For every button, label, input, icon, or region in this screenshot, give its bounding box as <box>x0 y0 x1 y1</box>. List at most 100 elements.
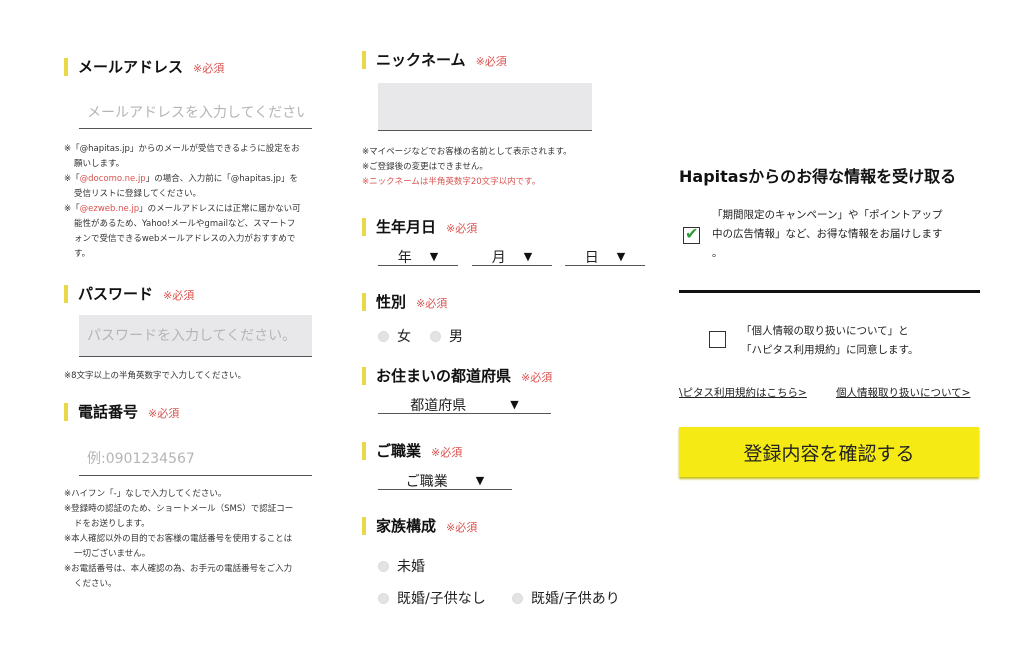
phone-field-label-wrap: 電話番号 ※必須 <box>64 403 179 421</box>
gender-field-label-wrap: 性別 ※必須 <box>362 293 447 311</box>
phone-note-line: 一切ございません。 <box>74 549 151 559</box>
nickname-input[interactable] <box>378 83 592 131</box>
family-single-radio[interactable]: 未婚 <box>378 556 425 576</box>
required-mark: ※必須 <box>163 289 195 302</box>
phone-note-line: ドをお送りします。 <box>74 519 150 529</box>
required-mark: ※必須 <box>431 446 463 459</box>
agreement-text: 「個人情報の取り扱いについて」と 「ハピタス利用規約」に同意します。 <box>741 322 918 360</box>
email-note-line: す。 <box>74 249 91 259</box>
phone-input[interactable] <box>79 442 312 476</box>
agreement-text-line: 「ハピタス利用規約」に同意します。 <box>741 344 919 356</box>
nickname-label: ニックネーム <box>376 51 466 69</box>
occupation-label: ご職業 <box>376 442 422 460</box>
nickname-field-label-wrap: ニックネーム ※必須 <box>362 51 507 69</box>
gender-male-radio[interactable]: 男 <box>430 326 463 346</box>
email-note-line: ※「@ezweb.ne.jp」のメールアドレスには正常に届かない可 <box>64 204 301 214</box>
occupation-select[interactable]: ご職業 ▼ <box>378 472 512 490</box>
birth-month-value: 月 <box>491 249 506 266</box>
gender-male-label: 男 <box>449 329 463 345</box>
family-married-child-radio[interactable]: 既婚/子供あり <box>512 588 620 608</box>
newsletter-text-line: 。 <box>712 247 723 259</box>
radio-dot-icon <box>430 330 441 342</box>
accent-bar <box>362 517 366 535</box>
phone-note-line: ※ハイフン「-」なしで入力してください。 <box>64 489 227 499</box>
phone-notes: ※ハイフン「-」なしで入力してください。 ※登録時の認証のため、ショートメール（… <box>64 487 334 592</box>
occupation-field-label-wrap: ご職業 ※必須 <box>362 442 462 460</box>
nickname-note-warning: ※ニックネームは半角英数字20文字以内です。 <box>362 177 541 187</box>
required-mark: ※必須 <box>416 297 448 310</box>
phone-note-line: ※本人確認以外の目的でお客様の電話番号を使用することは <box>64 534 293 544</box>
family-field-label-wrap: 家族構成 ※必須 <box>362 517 477 535</box>
email-field-label-wrap: メールアドレス ※必須 <box>64 58 224 76</box>
birthday-label: 生年月日 <box>376 218 437 236</box>
agreement-text-line: 「個人情報の取り扱いについて」と <box>741 325 909 337</box>
email-note-line: 願いします。 <box>74 159 125 169</box>
birth-day-value: 日 <box>584 249 599 266</box>
newsletter-text-line: 「期間限定のキャンペーン」や「ポイントアップ <box>712 209 943 221</box>
phone-note-line: ください。 <box>74 579 117 589</box>
nickname-note-line: ※ご登録後の変更はできません。 <box>362 162 488 172</box>
prefecture-select[interactable]: 都道府県 ▼ <box>378 396 551 414</box>
confirm-registration-button[interactable]: 登録内容を確認する <box>679 427 979 477</box>
birth-year-value: 年 <box>397 249 412 266</box>
radio-dot-icon <box>378 592 389 604</box>
birthday-field-label-wrap: 生年月日 ※必須 <box>362 218 477 236</box>
password-note: ※8文字以上の半角英数字で入力してください。 <box>64 371 247 381</box>
accent-bar <box>64 285 68 303</box>
email-note-line: 能性があるため、Yahoo!メールやgmailなど、スマートフ <box>74 219 296 229</box>
required-mark: ※必須 <box>446 222 478 235</box>
family-married-nochild-radio[interactable]: 既婚/子供なし <box>378 588 486 608</box>
phone-note-line: ※お電話番号は、本人確認の為、お手元の電話番号をご入力 <box>64 564 293 574</box>
required-mark: ※必須 <box>475 55 507 68</box>
birth-day-select[interactable]: 日 ▼ <box>565 248 645 266</box>
accent-bar <box>64 58 68 76</box>
terms-link[interactable]: \ピタス利用規約はこちら> <box>679 385 807 400</box>
info-heading: Hapitasからのお得な情報を受け取る <box>679 167 957 186</box>
accent-bar <box>362 218 366 236</box>
chevron-down-icon: ▼ <box>475 474 485 487</box>
family-single-label: 未婚 <box>397 559 425 575</box>
accent-bar <box>362 293 366 311</box>
checkmark-icon: ✔ <box>685 224 699 243</box>
phone-note-line: ※登録時の認証のため、ショートメール（SMS）で認証コー <box>64 504 294 514</box>
password-label: パスワード <box>78 285 154 303</box>
email-note-line: ※「@hapitas.jp」からのメールが受信できるように設定をお <box>64 144 300 154</box>
email-note-line: ※「@docomo.ne.jp」の場合、入力前に「@hapitas.jp」を <box>64 174 299 184</box>
privacy-link[interactable]: 個人情報取り扱いについて> <box>836 385 970 400</box>
required-mark: ※必須 <box>446 521 478 534</box>
email-note-line: 受信リストに登録してください。 <box>74 189 201 199</box>
password-field-label-wrap: パスワード ※必須 <box>64 285 194 303</box>
family-label: 家族構成 <box>376 517 437 535</box>
radio-dot-icon <box>378 330 389 342</box>
password-input[interactable] <box>79 315 312 357</box>
radio-dot-icon <box>378 560 389 572</box>
required-mark: ※必須 <box>521 371 553 384</box>
chevron-down-icon: ▼ <box>523 250 533 263</box>
gender-label: 性別 <box>376 293 407 311</box>
phone-label: 電話番号 <box>78 403 139 421</box>
email-input[interactable] <box>79 97 312 129</box>
required-mark: ※必須 <box>193 62 225 75</box>
birth-year-select[interactable]: 年 ▼ <box>378 248 458 266</box>
family-married-child-label: 既婚/子供あり <box>531 591 620 607</box>
birth-month-select[interactable]: 月 ▼ <box>472 248 552 266</box>
prefecture-label: お住まいの都道府県 <box>376 367 512 385</box>
chevron-down-icon: ▼ <box>616 250 626 263</box>
newsletter-text-line: 中の広告情報」など、お得な情報をお届けします <box>712 228 943 240</box>
agreement-checkbox[interactable] <box>709 331 726 348</box>
accent-bar <box>64 403 68 421</box>
email-note-line: ォンで受信できるwebメールアドレスの入力がおすすめで <box>74 234 296 244</box>
family-married-nochild-label: 既婚/子供なし <box>397 591 486 607</box>
email-notes: ※「@hapitas.jp」からのメールが受信できるように設定をお 願いします。… <box>64 142 334 262</box>
chevron-down-icon: ▼ <box>429 250 439 263</box>
gender-female-radio[interactable]: 女 <box>378 326 411 346</box>
newsletter-checkbox[interactable]: ✔ <box>683 224 700 244</box>
email-label: メールアドレス <box>78 58 184 76</box>
newsletter-text: 「期間限定のキャンペーン」や「ポイントアップ 中の広告情報」など、お得な情報をお… <box>712 206 942 263</box>
gender-female-label: 女 <box>397 329 411 345</box>
accent-bar <box>362 51 366 69</box>
nickname-note-line: ※マイページなどでお客様の名前として表示されます。 <box>362 147 572 157</box>
chevron-down-icon: ▼ <box>510 398 519 411</box>
required-mark: ※必須 <box>148 407 180 420</box>
accent-bar <box>362 367 366 385</box>
